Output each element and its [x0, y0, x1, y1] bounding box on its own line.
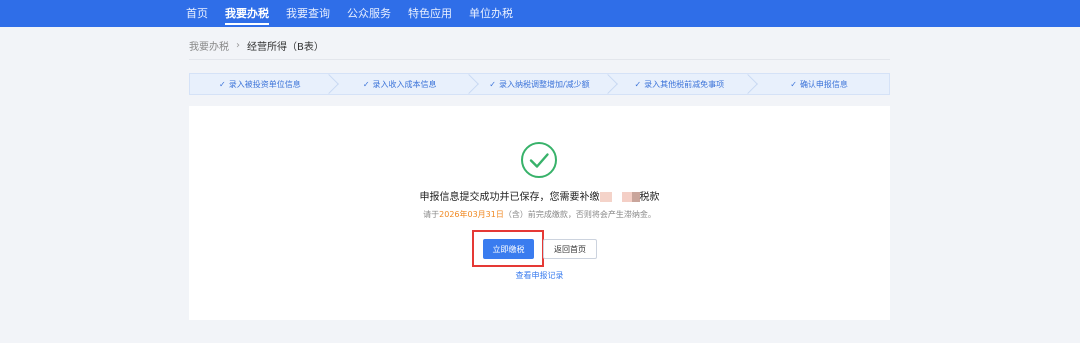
check-icon: ✓: [634, 79, 642, 89]
step-label: 录入收入成本信息: [372, 79, 437, 89]
breadcrumb-current: 经营所得（B表）: [247, 42, 324, 53]
success-message: 申报信息提交成功并已保存，您需要补缴 税款: [189, 188, 890, 203]
step-1: ✓ 录入被投资单位信息: [190, 74, 330, 94]
result-card: 申报信息提交成功并已保存，您需要补缴 税款 请于2026年03月31日（含）前完成…: [189, 106, 890, 320]
breadcrumb: 我要办税 › 经营所得（B表）: [189, 38, 324, 53]
step-label: 录入其他税前减免事项: [644, 79, 725, 89]
step-label: 录入被投资单位信息: [228, 79, 301, 89]
nav-item-query[interactable]: 我要查询: [286, 0, 330, 27]
step-2: ✓ 录入收入成本信息: [330, 74, 470, 94]
progress-steps: ✓ 录入被投资单位信息 ✓ 录入收入成本信息 ✓ 录入纳税调整增加/减少额 ✓ 录入其他…: [189, 73, 890, 95]
step-label: 确认申报信息: [799, 79, 848, 89]
nav-item-unit-tax[interactable]: 单位办税: [469, 0, 513, 27]
payment-notice: 请于2026年03月31日（含）前完成缴款，否则将会产生滞纳金。: [189, 209, 890, 220]
check-icon: ✓: [790, 79, 797, 89]
breadcrumb-separator-icon: ›: [236, 40, 240, 51]
step-label: 录入纳税调整增加/减少额: [498, 79, 590, 89]
notice-suffix: （含）前完成缴款，否则将会产生滞纳金。: [503, 210, 656, 219]
message-prefix: 申报信息提交成功并已保存，您需要补缴: [419, 192, 600, 203]
check-icon: ✓: [362, 79, 370, 89]
breadcrumb-parent[interactable]: 我要办税: [189, 38, 229, 53]
deadline-date: 2026年03月31日: [439, 210, 504, 219]
step-3: ✓ 录入纳税调整增加/减少额: [470, 74, 610, 94]
top-navigation-bar: 首页 我要办税 我要查询 公众服务 特色应用 单位办税: [0, 0, 1080, 27]
message-suffix: 税款: [639, 192, 660, 203]
step-5: ✓ 确认申报信息: [749, 74, 889, 94]
nav-item-special-apps[interactable]: 特色应用: [408, 0, 452, 27]
return-home-button[interactable]: 返回首页: [543, 239, 597, 259]
step-4: ✓ 录入其他税前减免事项: [609, 74, 749, 94]
nav-item-home[interactable]: 首页: [186, 0, 208, 27]
nav-item-tax-handling[interactable]: 我要办税: [225, 0, 269, 27]
check-icon: ✓: [219, 79, 226, 89]
divider: [189, 59, 890, 60]
check-icon: ✓: [489, 79, 496, 89]
nav-item-public-service[interactable]: 公众服务: [347, 0, 391, 27]
redacted-amount: [599, 192, 640, 202]
view-records-link[interactable]: 查看申报记录: [189, 270, 890, 281]
pay-now-button[interactable]: 立即缴税: [483, 239, 534, 259]
success-check-icon: [521, 142, 557, 178]
notice-prefix: 请于: [423, 210, 440, 219]
main-nav: 首页 我要办税 我要查询 公众服务 特色应用 单位办税: [186, 0, 530, 27]
